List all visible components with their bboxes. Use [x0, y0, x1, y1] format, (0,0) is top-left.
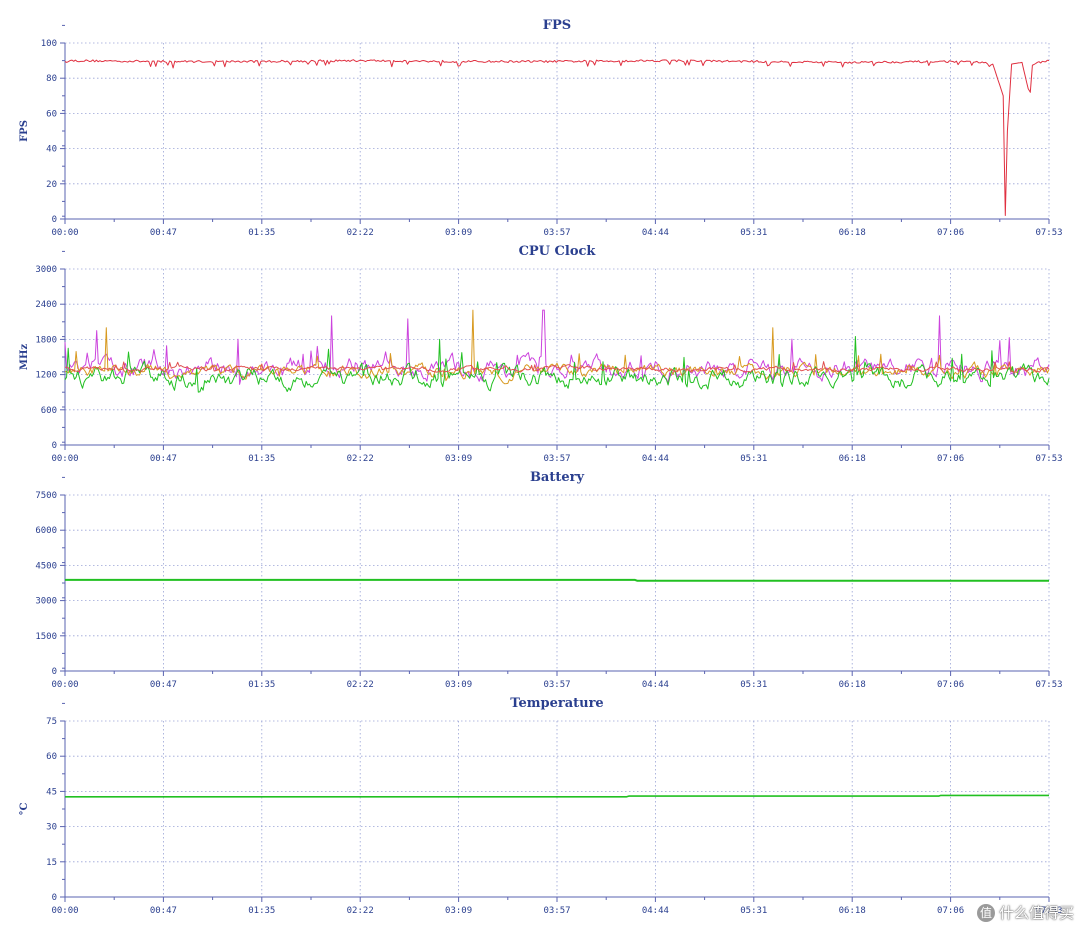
x-tick-label: 05:31 [740, 906, 767, 916]
y-tick-label: 0 [52, 893, 57, 903]
y-axis-label: MHz [19, 344, 30, 371]
x-tick-label: 00:47 [150, 680, 177, 690]
x-tick-label: 07:06 [937, 906, 964, 916]
chart-2: Battery01500300045006000750000:00 00:47 01… [35, 336, 1063, 690]
y-tick-label: 2400 [35, 300, 57, 310]
x-tick-label: 07:53 [1035, 680, 1062, 690]
x-tick-label: 01:35 [248, 906, 275, 916]
y-axis-label: °C [19, 802, 30, 815]
y-tick-label: 60 [46, 752, 57, 762]
y-tick-label: 3000 [35, 265, 57, 275]
x-tick-label: 03:09 [445, 680, 472, 690]
x-tick-label: 07:06 [937, 454, 964, 464]
x-tick-label: 02:22 [347, 454, 374, 464]
y-tick-label: 20 [46, 180, 57, 190]
x-tick-label: 00:47 [150, 228, 177, 238]
y-tick-label: 1500 [35, 632, 57, 642]
x-tick-label: 02:22 [347, 906, 374, 916]
chart-title: FPS [543, 18, 571, 33]
x-tick-label: 07:06 [937, 228, 964, 238]
x-tick-label: 03:57 [543, 454, 570, 464]
x-tick-label: 07:53 [1035, 454, 1062, 464]
chart-title: CPU Clock [519, 244, 597, 259]
y-tick-label: 3000 [35, 597, 57, 607]
x-tick-label: 03:09 [445, 454, 472, 464]
x-tick-label: 06:18 [839, 906, 866, 916]
y-tick-label: 0 [52, 441, 57, 451]
x-tick-label: 05:31 [740, 228, 767, 238]
y-tick-label: 1200 [35, 371, 57, 381]
x-tick-label: 03:57 [543, 228, 570, 238]
y-tick-label: 0 [52, 215, 57, 225]
x-tick-label: 06:18 [839, 228, 866, 238]
y-tick-label: 60 [46, 109, 57, 119]
chart-3: Temperature °C 0 15 30 45 60 75 00:00 00:47 01:35 0… [19, 562, 1063, 916]
x-tick-label: 00:00 [51, 228, 78, 238]
x-tick-label: 05:31 [740, 454, 767, 464]
chart-1: CPU ClockMHz0600120018002400300000:00 00:… [19, 110, 1063, 464]
chart-title: Battery [530, 470, 585, 485]
x-tick-label: 06:18 [839, 680, 866, 690]
y-tick-label: 4500 [35, 561, 57, 571]
x-tick-label: 00:47 [150, 454, 177, 464]
x-tick-label: 02:22 [347, 680, 374, 690]
x-tick-label: 03:09 [445, 228, 472, 238]
x-tick-label: 04:44 [642, 906, 669, 916]
y-tick-label: 80 [46, 74, 57, 84]
x-tick-label: 00:47 [150, 906, 177, 916]
y-tick-label: 75 [46, 717, 57, 727]
x-tick-label: 04:44 [642, 454, 669, 464]
y-tick-label: 1800 [35, 335, 57, 345]
x-tick-label: 05:31 [740, 680, 767, 690]
y-tick-label: 40 [46, 145, 57, 155]
y-tick-label: 6000 [35, 526, 57, 536]
chart-title: Temperature [510, 696, 603, 711]
x-tick-label: 06:18 [839, 454, 866, 464]
x-tick-label: 03:57 [543, 680, 570, 690]
x-tick-label: 01:35 [248, 454, 275, 464]
x-tick-label: 07:53 [1035, 228, 1062, 238]
x-tick-label: 00:00 [51, 454, 78, 464]
watermark: 值 什么值得买 [976, 902, 1074, 923]
x-tick-label: 03:09 [445, 906, 472, 916]
x-tick-label: 00:00 [51, 906, 78, 916]
y-tick-label: 100 [41, 39, 57, 49]
x-tick-label: 03:57 [543, 906, 570, 916]
charts-canvas: FPSFPS02040608010000:00 00:47 01:35 02:22 03… [19, 18, 1063, 916]
y-tick-label: 15 [46, 858, 57, 868]
x-tick-label: 01:35 [248, 680, 275, 690]
y-tick-label: 7500 [35, 491, 57, 501]
y-tick-label: 600 [41, 406, 57, 416]
x-tick-label: 00:00 [51, 680, 78, 690]
x-tick-label: 02:22 [347, 228, 374, 238]
series-line-0 [65, 794, 1049, 798]
x-tick-label: 04:44 [642, 228, 669, 238]
x-tick-label: 07:06 [937, 680, 964, 690]
x-tick-label: 01:35 [248, 228, 275, 238]
y-tick-label: 0 [52, 667, 57, 677]
x-tick-label: 04:44 [642, 680, 669, 690]
watermark-badge-icon: 值 [976, 903, 995, 922]
y-tick-label: 30 [46, 823, 57, 833]
watermark-text: 什么值得买 [998, 904, 1074, 922]
chart-0: FPS FPS 0 20 40 60 80 100 00:00 00:47 01:35 02:22 03… [19, 18, 1063, 238]
y-tick-label: 45 [46, 787, 57, 797]
y-axis-label: FPS [19, 120, 30, 142]
series-line-0 [65, 578, 1049, 582]
